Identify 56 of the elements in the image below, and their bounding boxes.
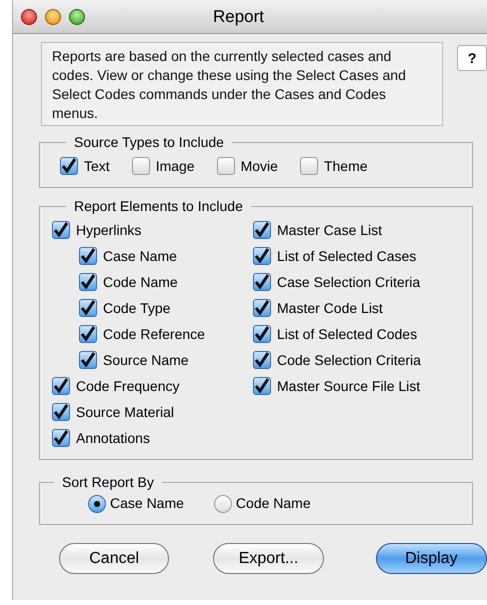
checkbox[interactable] [253,325,271,343]
description-text: Reports are based on the currently selected cases and codes. View or change these using the Select Cases and Select Codes commands under the Cases and Codes menus. [41,42,444,126]
checkbox[interactable] [132,157,150,175]
radio-label[interactable]: Case Name [110,493,184,514]
checkbox-label[interactable]: List of Selected Codes [277,324,418,344]
dialog-button[interactable]: Export... [213,543,324,574]
checkbox-label[interactable]: Code Selection Criteria [277,350,421,370]
help-button[interactable]: ? [457,45,487,71]
radio-button[interactable] [88,494,106,512]
checkbox-label[interactable]: Code Reference [103,324,205,344]
checkbox-label[interactable]: Text [84,156,110,176]
checkbox-label[interactable]: Annotations [76,428,150,448]
checkbox[interactable] [253,221,271,239]
checkbox-label[interactable]: Case Name [103,246,177,266]
checkbox[interactable] [253,273,271,291]
radio-button[interactable] [214,494,232,512]
checkbox[interactable] [52,377,70,395]
checkbox[interactable] [52,221,70,239]
group-title: Report Elements to Include [73,197,244,216]
checkbox[interactable] [216,157,235,175]
checkbox[interactable] [79,351,97,369]
checkbox-label[interactable]: Master Code List [277,298,383,318]
checkbox[interactable] [60,157,78,175]
checkbox[interactable] [79,299,97,317]
group-title: Sort Report By [61,473,155,492]
checkbox[interactable] [253,299,271,317]
checkbox-label[interactable]: Source Material [76,402,174,422]
checkbox-label[interactable]: Movie [240,156,278,176]
checkbox[interactable] [79,325,97,343]
checkbox-label[interactable]: Hyperlinks [76,220,142,240]
zoom-button[interactable] [69,8,85,24]
checkbox[interactable] [52,403,70,421]
group-title: Source Types to Include [73,133,225,152]
checkbox-label[interactable]: Code Type [103,298,170,318]
checkbox[interactable] [300,157,318,175]
checkbox[interactable] [253,247,271,265]
display-button[interactable]: Display [376,543,487,574]
radio-label[interactable]: Code Name [236,493,311,514]
checkbox-label[interactable]: Case Selection Criteria [277,272,420,292]
checkbox-label[interactable]: Master Case List [277,220,382,240]
close-button[interactable] [21,8,37,24]
checkbox-label[interactable]: List of Selected Cases [277,246,416,266]
minimize-button[interactable] [45,8,61,24]
checkbox[interactable] [79,273,97,291]
checkbox-label[interactable]: Code Frequency [76,376,180,396]
checkbox-label[interactable]: Master Source File List [277,376,420,396]
window-title: Report [213,6,264,28]
checkbox[interactable] [253,377,271,395]
checkbox-label[interactable]: Theme [324,156,368,176]
checkbox[interactable] [52,429,70,447]
checkbox-label[interactable]: Source Name [103,350,189,370]
checkbox-label[interactable]: Code Name [103,272,178,292]
checkbox[interactable] [79,247,97,265]
checkbox-label[interactable]: Image [156,156,195,176]
checkbox[interactable] [253,351,271,369]
dialog-button[interactable]: Cancel [59,543,170,574]
